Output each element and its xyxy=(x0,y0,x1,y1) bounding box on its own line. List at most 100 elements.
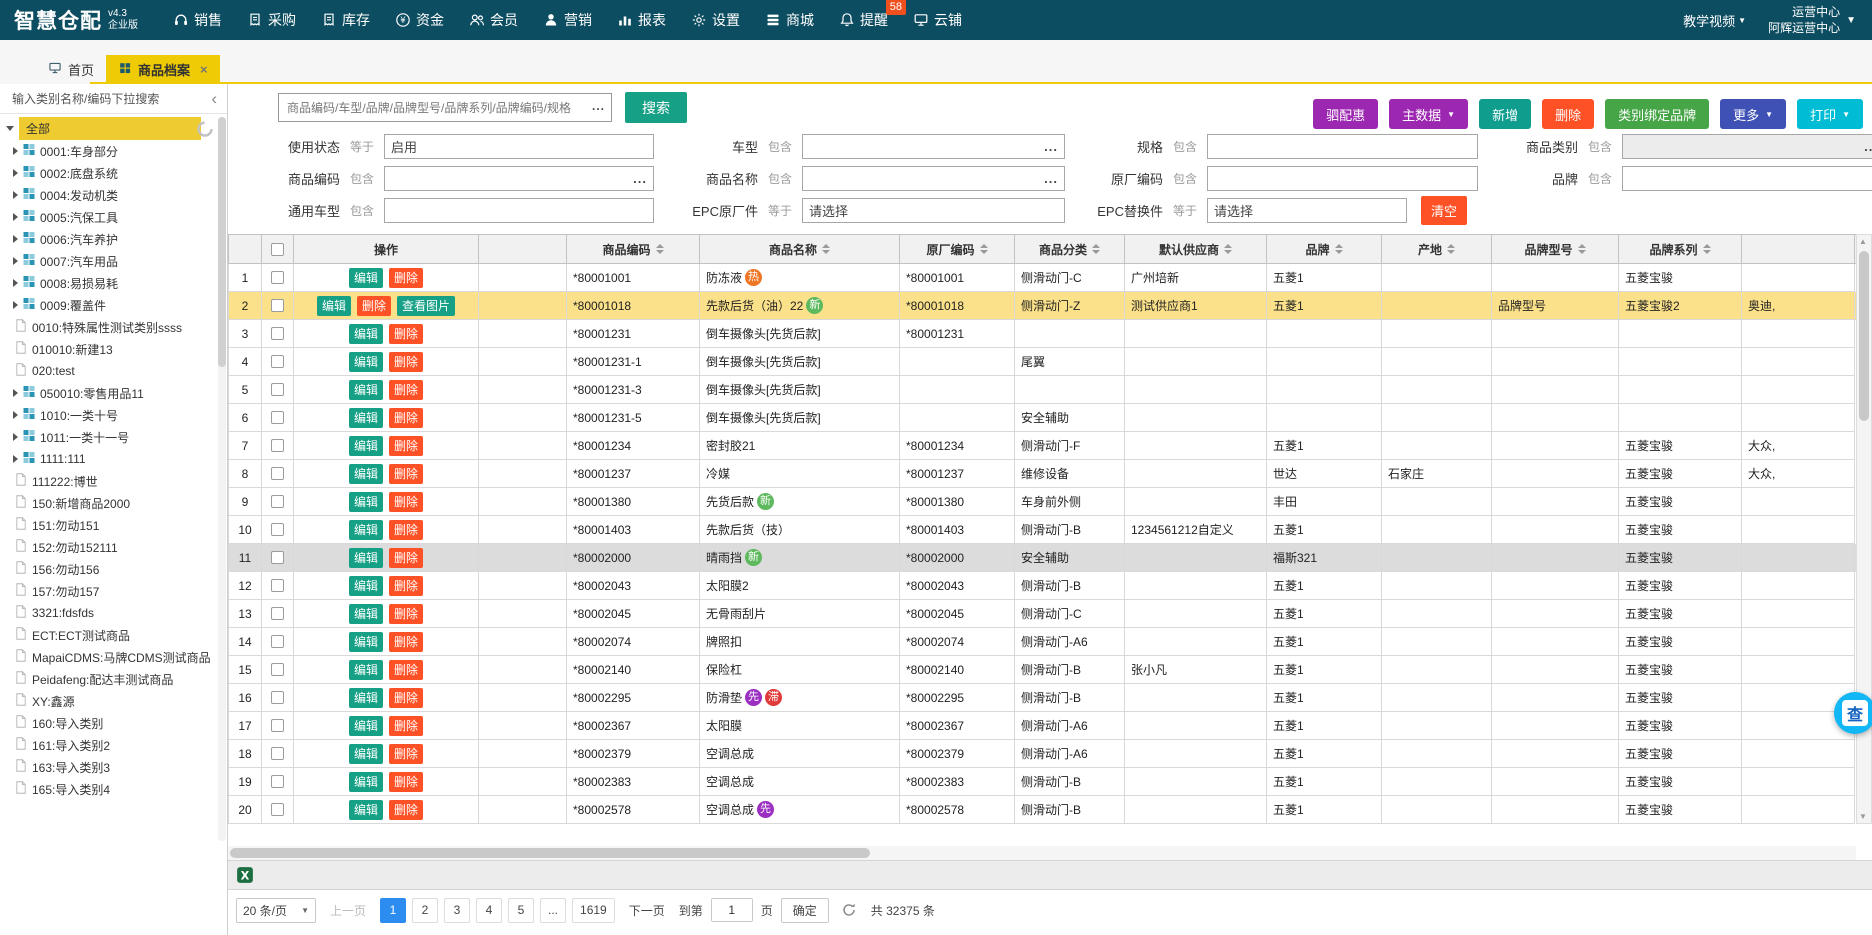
edit-button[interactable]: 编辑 xyxy=(349,436,383,456)
edit-button[interactable]: 编辑 xyxy=(349,576,383,596)
sidebar-item[interactable]: 163:导入类别3 xyxy=(0,756,227,778)
sidebar-collapse-button[interactable]: ‹ xyxy=(205,90,223,107)
sidebar-item[interactable]: 160:导入类别 xyxy=(0,712,227,734)
row-checkbox[interactable] xyxy=(271,271,284,284)
row-checkbox[interactable] xyxy=(271,411,284,424)
tutorial-videos-link[interactable]: 教学视频▼ xyxy=(1683,11,1746,30)
edit-button[interactable]: 编辑 xyxy=(317,296,351,316)
caret-right-icon[interactable] xyxy=(13,257,18,265)
sidebar-item[interactable]: 0008:易损易耗 xyxy=(0,272,227,294)
page-button-5[interactable]: 5 xyxy=(508,898,534,923)
table-row[interactable]: 12编辑删除*80002043太阳膜2*80002043侧滑动门-B五菱1五菱宝… xyxy=(228,572,1856,600)
sort-icon[interactable] xyxy=(980,244,988,254)
delete-button[interactable]: 删除 xyxy=(389,576,423,596)
table-row[interactable]: 5编辑删除*80001231-3倒车摄像头[先货后款] xyxy=(228,376,1856,404)
refresh-icon[interactable] xyxy=(196,120,214,138)
search-button[interactable]: 搜索 xyxy=(625,92,687,123)
ellipsis-button[interactable]: ... xyxy=(633,171,647,186)
sidebar-item[interactable]: 0002:底盘系统 xyxy=(0,162,227,184)
nav-item-采购[interactable]: 采购 xyxy=(247,10,296,30)
edit-button[interactable]: 编辑 xyxy=(349,408,383,428)
toolbar-button-删除[interactable]: 删除 xyxy=(1542,99,1594,129)
row-checkbox[interactable] xyxy=(271,747,284,760)
table-row[interactable]: 19编辑删除*80002383空调总成*80002383侧滑动门-B五菱1五菱宝… xyxy=(228,768,1856,796)
caret-right-icon[interactable] xyxy=(13,433,18,441)
page-button-1619[interactable]: 1619 xyxy=(572,898,615,923)
filter-input-EPC原厂件[interactable]: 请选择 xyxy=(802,198,1065,223)
row-checkbox[interactable] xyxy=(271,635,284,648)
row-checkbox[interactable] xyxy=(271,691,284,704)
row-checkbox[interactable] xyxy=(271,327,284,340)
sidebar-item[interactable]: 151:勿动151 xyxy=(0,514,227,536)
export-excel-icon[interactable]: X xyxy=(236,866,254,884)
toolbar-button-更多[interactable]: 更多▼ xyxy=(1720,99,1786,129)
sidebar-item[interactable]: Peidafeng:配达丰测试商品 xyxy=(0,668,227,690)
goto-page-input[interactable] xyxy=(711,898,753,922)
delete-button[interactable]: 删除 xyxy=(389,436,423,456)
edit-button[interactable]: 编辑 xyxy=(349,324,383,344)
toolbar-button-主数据[interactable]: 主数据▼ xyxy=(1389,99,1468,129)
row-checkbox[interactable] xyxy=(271,551,284,564)
column-header-商品分类[interactable]: 商品分类 xyxy=(1015,235,1125,263)
sidebar-item[interactable]: 161:导入类别2 xyxy=(0,734,227,756)
row-checkbox[interactable] xyxy=(271,579,284,592)
table-row[interactable]: 9编辑删除*80001380先货后款新*80001380车身前外侧丰田五菱宝骏 xyxy=(228,488,1856,516)
caret-down-icon[interactable] xyxy=(6,126,14,131)
column-header-品牌[interactable]: 品牌 xyxy=(1267,235,1382,263)
caret-right-icon[interactable] xyxy=(13,169,18,177)
delete-button[interactable]: 删除 xyxy=(389,380,423,400)
table-row[interactable]: 18编辑删除*80002379空调总成*80002379侧滑动门-A6五菱1五菱… xyxy=(228,740,1856,768)
caret-right-icon[interactable] xyxy=(13,235,18,243)
edit-button[interactable]: 编辑 xyxy=(349,464,383,484)
sidebar-item[interactable]: MapaiCDMS:马牌CDMS测试商品 xyxy=(0,646,227,668)
page-button-3[interactable]: 3 xyxy=(444,898,470,923)
row-checkbox[interactable] xyxy=(271,439,284,452)
sidebar-item[interactable]: 111222:博世 xyxy=(0,470,227,492)
sidebar-item[interactable]: 3321:fdsfds xyxy=(0,602,227,624)
nav-item-销售[interactable]: 销售 xyxy=(173,10,222,30)
sidebar-item[interactable]: XY:鑫源 xyxy=(0,690,227,712)
nav-item-报表[interactable]: 报表 xyxy=(617,10,666,30)
filter-input-通用车型[interactable] xyxy=(384,198,654,223)
row-checkbox[interactable] xyxy=(271,383,284,396)
column-header-品牌系列[interactable]: 品牌系列 xyxy=(1619,235,1742,263)
category-search-input[interactable] xyxy=(10,91,205,107)
toolbar-button-打印[interactable]: 打印▼ xyxy=(1797,99,1863,129)
table-row[interactable]: 13编辑删除*80002045无骨雨刮片*80002045侧滑动门-C五菱1五菱… xyxy=(228,600,1856,628)
table-row[interactable]: 1编辑删除*80001001防冻液热*80001001侧滑动门-C广州培新五菱1… xyxy=(228,264,1856,292)
scrollbar-thumb[interactable] xyxy=(1859,251,1869,421)
clear-filters-button[interactable]: 清空 xyxy=(1421,196,1467,225)
row-checkbox[interactable] xyxy=(271,467,284,480)
table-row[interactable]: 15编辑删除*80002140保险杠*80002140侧滑动门-B张小凡五菱1五… xyxy=(228,656,1856,684)
nav-item-营销[interactable]: 营销 xyxy=(543,10,592,30)
caret-right-icon[interactable] xyxy=(13,301,18,309)
delete-button[interactable]: 删除 xyxy=(389,604,423,624)
table-row[interactable]: 6编辑删除*80001231-5倒车摄像头[先货后款]安全辅助 xyxy=(228,404,1856,432)
column-header-产地[interactable]: 产地 xyxy=(1382,235,1492,263)
toolbar-button-驷配惠[interactable]: 驷配惠 xyxy=(1313,99,1378,129)
delete-button[interactable]: 删除 xyxy=(389,632,423,652)
toolbar-button-类别绑定品牌[interactable]: 类别绑定品牌 xyxy=(1605,99,1709,129)
sidebar-item[interactable]: 1010:一类十号 xyxy=(0,404,227,426)
sidebar-item[interactable]: 0004:发动机类 xyxy=(0,184,227,206)
nav-item-设置[interactable]: 设置 xyxy=(691,10,740,30)
row-checkbox[interactable] xyxy=(271,355,284,368)
delete-button[interactable]: 删除 xyxy=(389,688,423,708)
goto-confirm-button[interactable]: 确定 xyxy=(781,898,829,923)
column-header-商品名称[interactable]: 商品名称 xyxy=(700,235,900,263)
delete-button[interactable]: 删除 xyxy=(389,800,423,820)
table-row[interactable]: 16编辑删除*80002295防滑垫先滞*80002295侧滑动门-B五菱1五菱… xyxy=(228,684,1856,712)
filter-input-规格[interactable] xyxy=(1207,134,1478,159)
quick-search-float-button[interactable]: 查 xyxy=(1834,692,1872,734)
row-checkbox[interactable] xyxy=(271,523,284,536)
caret-right-icon[interactable] xyxy=(13,455,18,463)
sidebar-item[interactable]: 156:勿动156 xyxy=(0,558,227,580)
delete-button[interactable]: 删除 xyxy=(389,352,423,372)
table-row[interactable]: 8编辑删除*80001237冷媒*80001237维修设备世达石家庄五菱宝骏大众… xyxy=(228,460,1856,488)
sidebar-item[interactable]: 0010:特殊属性测试类别ssss xyxy=(0,316,227,338)
sidebar-item[interactable]: 152:勿动152111 xyxy=(0,536,227,558)
sidebar-item[interactable]: 1111:111 xyxy=(0,448,227,470)
edit-button[interactable]: 编辑 xyxy=(349,520,383,540)
edit-button[interactable]: 编辑 xyxy=(349,660,383,680)
tab-商品档案[interactable]: 商品档案× xyxy=(106,55,220,84)
